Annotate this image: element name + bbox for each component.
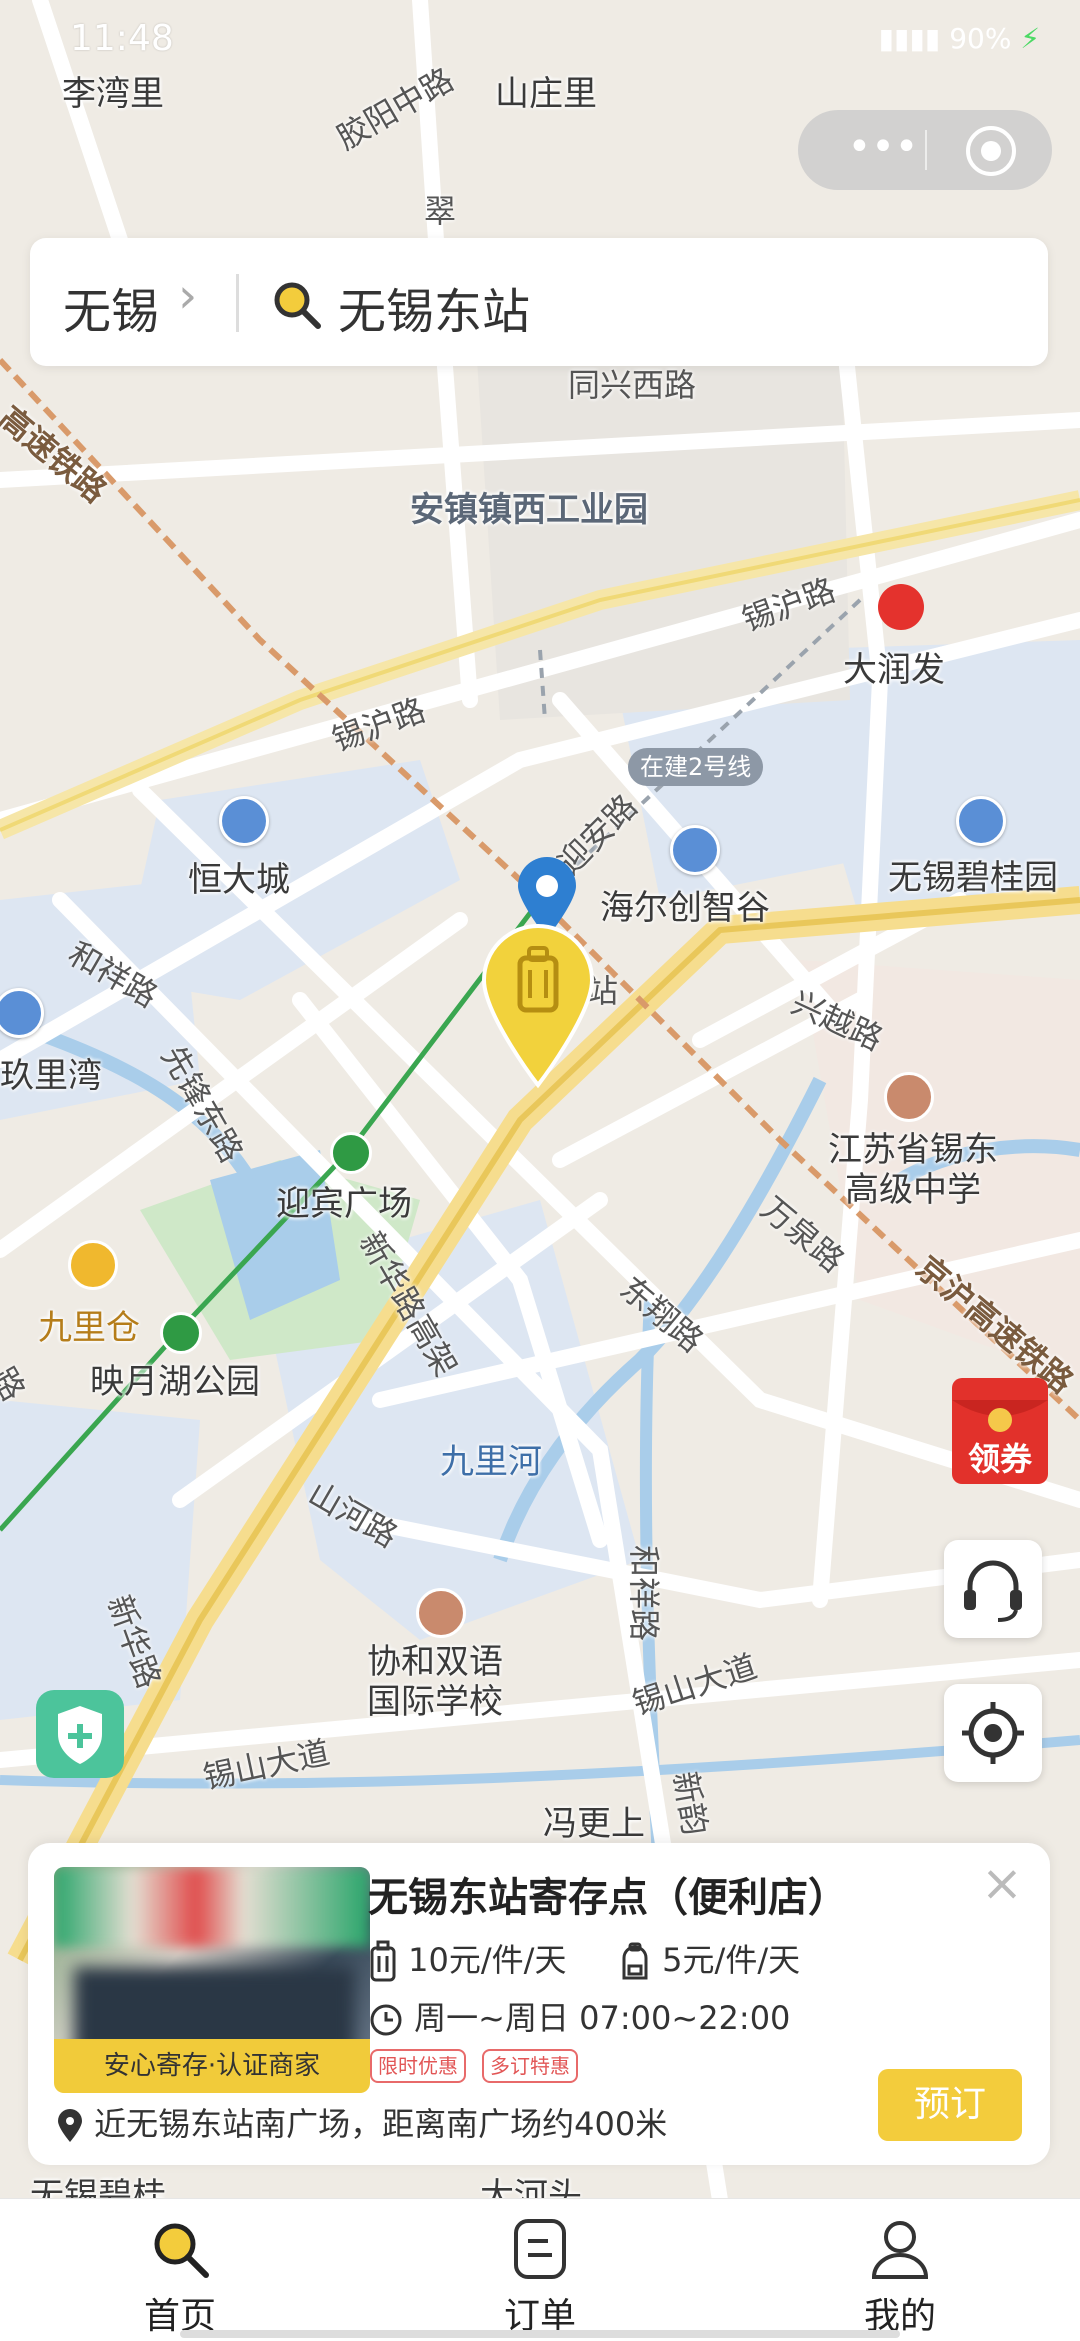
close-icon[interactable]: × xyxy=(980,1858,1024,1908)
map-label: 九里仓 xyxy=(38,1308,140,1348)
school-icon xyxy=(884,1072,934,1122)
map-label: 映月湖公园 xyxy=(90,1362,260,1402)
promo-tag: 多订特惠 xyxy=(482,2049,578,2083)
clock-icon xyxy=(370,2004,402,2036)
locate-icon xyxy=(962,1702,1024,1764)
luggage-marker-icon[interactable] xyxy=(478,920,598,1090)
map-label: 无锡碧桂 xyxy=(30,2176,166,2200)
certified-badge: 安心寄存·认证商家 xyxy=(54,2039,370,2093)
locate-button[interactable] xyxy=(944,1684,1042,1782)
tab-bar: 首页 订单 我的 xyxy=(0,2198,1080,2341)
shield-plus-icon xyxy=(58,1706,102,1764)
close-miniprogram-icon[interactable] xyxy=(966,126,1016,176)
battery-level: 90% xyxy=(949,22,1012,55)
customer-service-button[interactable] xyxy=(944,1540,1042,1638)
map-label: 九里河 xyxy=(440,1442,542,1482)
chevron-right-icon[interactable]: › xyxy=(178,268,197,324)
map-label: 海尔创智谷 xyxy=(600,888,770,928)
capsule-divider xyxy=(925,130,927,170)
location-icon xyxy=(58,2109,82,2142)
supermarket-icon xyxy=(878,584,924,630)
coupon-label: 领券 xyxy=(967,1440,1032,1478)
search-input[interactable]: 无锡东站 xyxy=(338,272,530,342)
store-address: 近无锡东站南广场，距离南广场约400米 xyxy=(56,2099,667,2145)
hours-text: 周一~周日 07:00~22:00 xyxy=(414,1999,791,2037)
map-label: 安镇镇西工业园 xyxy=(410,490,648,530)
metro-icon xyxy=(160,1312,202,1354)
search-divider xyxy=(236,274,239,332)
map-label: 大河头 xyxy=(480,2176,582,2200)
map-label: 协和双语国际学校 xyxy=(367,1642,503,1722)
tab-profile[interactable]: 我的 xyxy=(800,2199,1000,2341)
status-time: 11:48 xyxy=(70,18,174,59)
residential-icon xyxy=(956,796,1006,846)
charging-icon: ⚡ xyxy=(1020,22,1040,55)
metro-icon xyxy=(330,1132,372,1174)
map-label: 江苏省锡东高级中学 xyxy=(828,1130,998,1210)
capsule-menu: ••• xyxy=(798,110,1052,190)
suitcase-icon xyxy=(370,1940,396,1982)
coupon-button[interactable]: 领券 xyxy=(948,1370,1058,1488)
business-hours: 周一~周日 07:00~22:00 xyxy=(368,1993,790,2039)
price-small-text: 5元/件/天 xyxy=(662,1941,801,1979)
map-label: 无锡碧桂园 xyxy=(888,858,1058,898)
address-text: 近无锡东站南广场，距离南广场约400米 xyxy=(94,2105,668,2143)
map-label: 恒大城 xyxy=(188,860,290,900)
tab-home[interactable]: 首页 xyxy=(80,2199,280,2341)
shopping-icon xyxy=(68,1240,118,1290)
price-large-text: 10元/件/天 xyxy=(408,1941,567,1979)
map-label: 大润发 xyxy=(843,650,945,690)
headset-icon xyxy=(964,1560,1022,1622)
user-icon xyxy=(871,2221,929,2279)
status-bar: 11:48 ▮▮▮▮ 90% ⚡ xyxy=(0,0,1080,80)
road-label: 翠 xyxy=(424,192,457,230)
safety-button[interactable] xyxy=(36,1690,124,1778)
residential-icon xyxy=(670,825,720,875)
map-label: 玖里湾 xyxy=(0,1056,102,1096)
road-label: 同兴西路 xyxy=(568,366,697,404)
road-label: 和祥路 xyxy=(625,1544,664,1642)
metro-line-badge: 在建2号线 xyxy=(628,748,764,786)
signal-icon: ▮▮▮▮ xyxy=(878,22,941,55)
map-label: 冯更上 xyxy=(543,1804,645,1844)
price-small: 5元/件/天 xyxy=(618,1935,800,1982)
promo-tag: 限时优惠 xyxy=(370,2049,466,2083)
search-icon xyxy=(274,282,321,329)
home-indicator xyxy=(180,2330,900,2338)
residential-icon xyxy=(219,796,269,846)
price-large: 10元/件/天 xyxy=(368,1935,566,1984)
school-icon xyxy=(416,1588,466,1638)
book-button[interactable]: 预订 xyxy=(878,2069,1022,2141)
order-icon xyxy=(514,2219,566,2279)
city-selector[interactable]: 无锡 xyxy=(63,272,159,342)
more-menu-icon[interactable]: ••• xyxy=(838,127,928,168)
backpack-icon xyxy=(622,1942,648,1980)
search-icon xyxy=(154,2223,209,2278)
store-card[interactable]: 安心寄存·认证商家 无锡东站寄存点（便利店） × 10元/件/天 5元/件/天 … xyxy=(28,1843,1050,2165)
status-icons: ▮▮▮▮ 90% ⚡ xyxy=(879,22,1040,55)
map-label: 迎宾广场 xyxy=(276,1184,412,1224)
store-title: 无锡东站寄存点（便利店） xyxy=(368,1875,848,1921)
search-bar: 无锡 › 无锡东站 xyxy=(30,238,1048,366)
tab-orders[interactable]: 订单 xyxy=(440,2199,640,2341)
